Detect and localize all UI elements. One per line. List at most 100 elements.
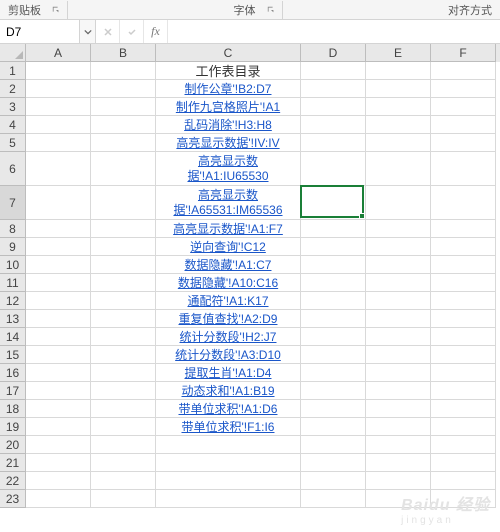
row-header-23[interactable]: 23: [0, 490, 26, 508]
row-header-6[interactable]: 6: [0, 152, 26, 186]
name-box[interactable]: [0, 20, 80, 43]
column-header-F[interactable]: F: [431, 44, 496, 62]
cell-F19[interactable]: [431, 418, 496, 436]
cell-D13[interactable]: [301, 310, 366, 328]
cell-E1[interactable]: [366, 62, 431, 80]
row-header-9[interactable]: 9: [0, 238, 26, 256]
cell-C2[interactable]: 制作公章'!B2:D7: [156, 80, 301, 98]
cell-C6[interactable]: 高亮显示数据'!A1:IU65530: [156, 152, 301, 186]
cell-A16[interactable]: [26, 364, 91, 382]
cell-C7[interactable]: 高亮显示数据'!A65531:IM65536: [156, 186, 301, 220]
spreadsheet-grid[interactable]: ABCDEF 123456789101112131415161718192021…: [0, 44, 500, 532]
cell-A15[interactable]: [26, 346, 91, 364]
cell-D22[interactable]: [301, 472, 366, 490]
cell-E2[interactable]: [366, 80, 431, 98]
formula-input[interactable]: [174, 25, 494, 39]
cell-E23[interactable]: [366, 490, 431, 508]
cell-D3[interactable]: [301, 98, 366, 116]
row-header-1[interactable]: 1: [0, 62, 26, 80]
cell-A21[interactable]: [26, 454, 91, 472]
cell-F20[interactable]: [431, 436, 496, 454]
cell-A22[interactable]: [26, 472, 91, 490]
cell-D15[interactable]: [301, 346, 366, 364]
column-header-B[interactable]: B: [91, 44, 156, 62]
cell-A7[interactable]: [26, 186, 91, 220]
cell-B10[interactable]: [91, 256, 156, 274]
column-header-C[interactable]: C: [156, 44, 301, 62]
cell-A5[interactable]: [26, 134, 91, 152]
cell-E4[interactable]: [366, 116, 431, 134]
cell-A18[interactable]: [26, 400, 91, 418]
column-header-E[interactable]: E: [366, 44, 431, 62]
cell-A2[interactable]: [26, 80, 91, 98]
cell-F10[interactable]: [431, 256, 496, 274]
cell-C11[interactable]: 数据隐藏'!A10:C16: [156, 274, 301, 292]
cell-C23[interactable]: [156, 490, 301, 508]
row-header-15[interactable]: 15: [0, 346, 26, 364]
row-header-3[interactable]: 3: [0, 98, 26, 116]
cell-F11[interactable]: [431, 274, 496, 292]
cell-B21[interactable]: [91, 454, 156, 472]
row-header-2[interactable]: 2: [0, 80, 26, 98]
formula-bar[interactable]: [168, 20, 500, 43]
cell-B4[interactable]: [91, 116, 156, 134]
row-header-13[interactable]: 13: [0, 310, 26, 328]
cell-B14[interactable]: [91, 328, 156, 346]
cell-C18[interactable]: 带单位求积'!A1:D6: [156, 400, 301, 418]
cell-D4[interactable]: [301, 116, 366, 134]
cell-B2[interactable]: [91, 80, 156, 98]
cell-A14[interactable]: [26, 328, 91, 346]
cell-B18[interactable]: [91, 400, 156, 418]
cell-D17[interactable]: [301, 382, 366, 400]
cell-E21[interactable]: [366, 454, 431, 472]
cell-B22[interactable]: [91, 472, 156, 490]
cell-D21[interactable]: [301, 454, 366, 472]
cell-A1[interactable]: [26, 62, 91, 80]
row-header-22[interactable]: 22: [0, 472, 26, 490]
cell-E19[interactable]: [366, 418, 431, 436]
clipboard-launcher-icon[interactable]: [49, 3, 63, 17]
name-box-input[interactable]: [6, 25, 73, 39]
row-header-8[interactable]: 8: [0, 220, 26, 238]
cell-A12[interactable]: [26, 292, 91, 310]
cell-E5[interactable]: [366, 134, 431, 152]
cell-E15[interactable]: [366, 346, 431, 364]
cell-B1[interactable]: [91, 62, 156, 80]
cell-F6[interactable]: [431, 152, 496, 186]
cell-E9[interactable]: [366, 238, 431, 256]
cell-E11[interactable]: [366, 274, 431, 292]
cell-B17[interactable]: [91, 382, 156, 400]
cell-F8[interactable]: [431, 220, 496, 238]
row-header-4[interactable]: 4: [0, 116, 26, 134]
cell-E12[interactable]: [366, 292, 431, 310]
cell-C13[interactable]: 重复值查找'!A2:D9: [156, 310, 301, 328]
cells-area[interactable]: 工作表目录制作公章'!B2:D7制作九宫格照片'!A1乱码消除'!H3:H8高亮…: [26, 62, 500, 508]
row-header-16[interactable]: 16: [0, 364, 26, 382]
cell-B6[interactable]: [91, 152, 156, 186]
cell-C19[interactable]: 带单位求积'!F1:I6: [156, 418, 301, 436]
cell-E13[interactable]: [366, 310, 431, 328]
cell-F13[interactable]: [431, 310, 496, 328]
cell-D6[interactable]: [301, 152, 366, 186]
cell-C3[interactable]: 制作九宫格照片'!A1: [156, 98, 301, 116]
cell-B5[interactable]: [91, 134, 156, 152]
cell-F2[interactable]: [431, 80, 496, 98]
cell-F12[interactable]: [431, 292, 496, 310]
cell-D16[interactable]: [301, 364, 366, 382]
cell-B15[interactable]: [91, 346, 156, 364]
cell-D18[interactable]: [301, 400, 366, 418]
row-header-10[interactable]: 10: [0, 256, 26, 274]
cell-B3[interactable]: [91, 98, 156, 116]
cell-B9[interactable]: [91, 238, 156, 256]
cell-B7[interactable]: [91, 186, 156, 220]
cell-E22[interactable]: [366, 472, 431, 490]
cell-F15[interactable]: [431, 346, 496, 364]
cell-B20[interactable]: [91, 436, 156, 454]
row-header-21[interactable]: 21: [0, 454, 26, 472]
cell-D11[interactable]: [301, 274, 366, 292]
cell-F21[interactable]: [431, 454, 496, 472]
select-all-corner[interactable]: [0, 44, 26, 62]
cell-A9[interactable]: [26, 238, 91, 256]
cell-C20[interactable]: [156, 436, 301, 454]
cell-E14[interactable]: [366, 328, 431, 346]
